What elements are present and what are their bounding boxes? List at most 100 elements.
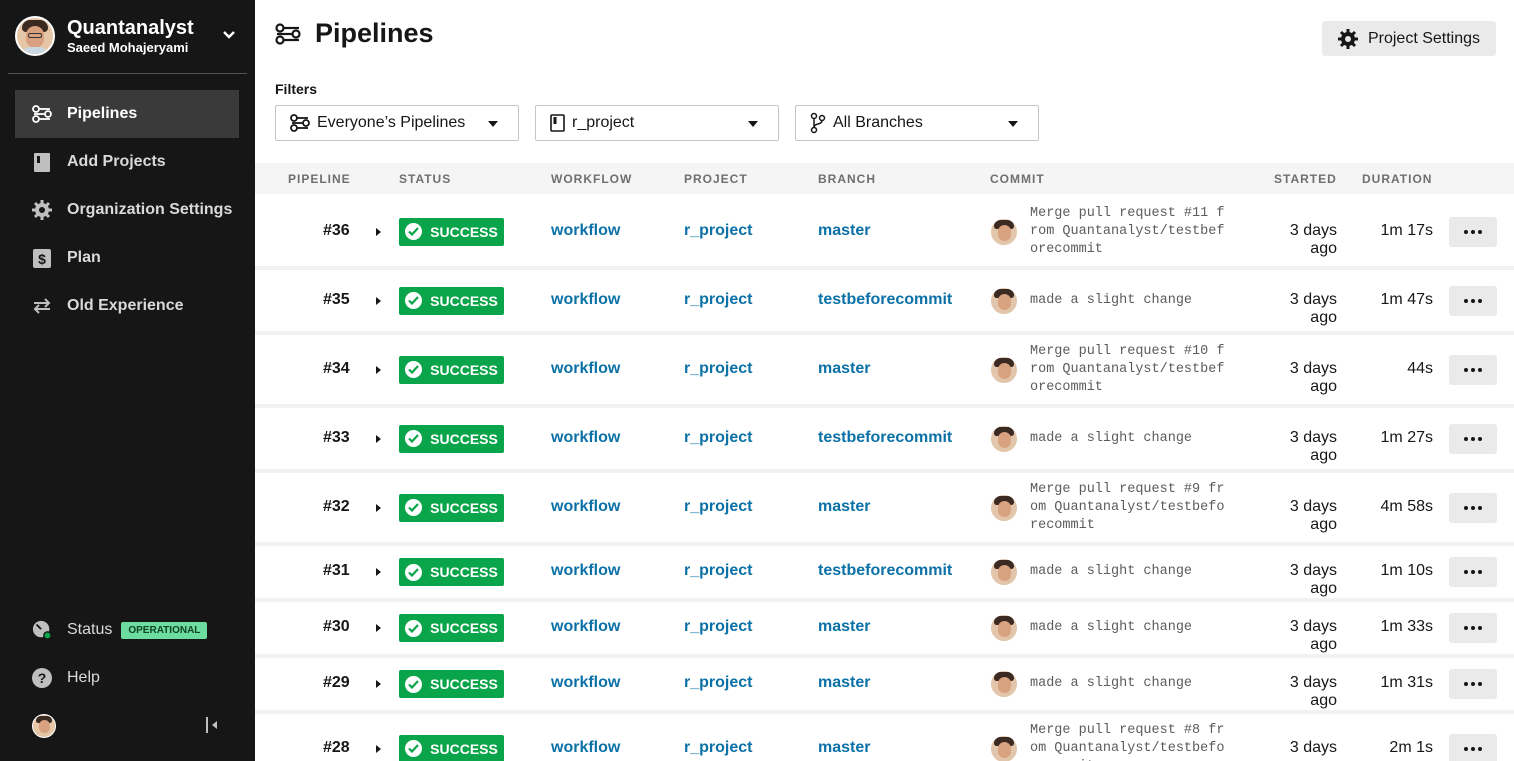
nav-item-plan[interactable]: $ Plan <box>15 234 239 282</box>
status-badge-success[interactable]: SUCCESS <box>399 734 504 761</box>
expand-row-icon[interactable] <box>376 296 381 305</box>
pipeline-number[interactable]: #28 <box>323 739 350 757</box>
expand-row-icon[interactable] <box>376 365 381 374</box>
commit-message[interactable]: made a slight change <box>1030 563 1230 581</box>
commit-message[interactable]: Merge pull request #8 from Quantanalyst/… <box>1030 722 1230 761</box>
status-badge-success[interactable]: SUCCESS <box>399 355 504 384</box>
more-actions-button[interactable] <box>1449 669 1497 699</box>
project-link[interactable]: r_project <box>684 429 752 447</box>
pipeline-number[interactable]: #35 <box>323 291 350 309</box>
commit-message[interactable]: Merge pull request #9 from Quantanalyst/… <box>1030 481 1230 535</box>
workflow-link[interactable]: workflow <box>551 618 620 636</box>
commit-message[interactable]: made a slight change <box>1030 675 1230 693</box>
branch-link[interactable]: master <box>818 222 870 240</box>
pipeline-number[interactable]: #30 <box>323 618 350 636</box>
project-link[interactable]: r_project <box>684 291 752 309</box>
commit-message[interactable]: Merge pull request #11 from Quantanalyst… <box>1030 205 1230 259</box>
project-filter-dropdown[interactable]: r_project <box>535 105 779 141</box>
table-row[interactable]: #30 SUCCESS workflow r_project master ma… <box>255 602 1514 658</box>
status-badge-success[interactable]: SUCCESS <box>399 493 504 522</box>
status-link[interactable]: Status OPERATIONAL <box>32 606 242 654</box>
project-link[interactable]: r_project <box>684 222 752 240</box>
commit-message[interactable]: Merge pull request #10 from Quantanalyst… <box>1030 343 1230 397</box>
workflow-link[interactable]: workflow <box>551 562 620 580</box>
project-link[interactable]: r_project <box>684 360 752 378</box>
status-badge-success[interactable]: SUCCESS <box>399 670 504 698</box>
table-row[interactable]: #32 SUCCESS workflow r_project master Me… <box>255 473 1514 546</box>
table-row[interactable]: #33 SUCCESS workflow r_project testbefor… <box>255 408 1514 473</box>
branch-link[interactable]: master <box>818 739 870 757</box>
status-badge-success[interactable]: SUCCESS <box>399 217 504 246</box>
expand-row-icon[interactable] <box>376 434 381 443</box>
workflow-link[interactable]: workflow <box>551 674 620 692</box>
branch-link[interactable]: master <box>818 360 870 378</box>
project-link[interactable]: r_project <box>684 739 752 757</box>
project-link[interactable]: r_project <box>684 674 752 692</box>
expand-row-icon[interactable] <box>376 568 381 576</box>
workflow-link[interactable]: workflow <box>551 222 620 240</box>
pipeline-number[interactable]: #29 <box>323 674 350 692</box>
workflow-link[interactable]: workflow <box>551 360 620 378</box>
table-row[interactable]: #34 SUCCESS workflow r_project master Me… <box>255 335 1514 408</box>
workflow-link[interactable]: workflow <box>551 498 620 516</box>
more-actions-button[interactable] <box>1449 354 1497 385</box>
commit-message[interactable]: made a slight change <box>1030 619 1230 637</box>
status-badge-success[interactable]: SUCCESS <box>399 424 504 453</box>
branch-filter-dropdown[interactable]: All Branches <box>795 105 1039 141</box>
pipeline-number[interactable]: #32 <box>323 498 350 516</box>
project-link[interactable]: r_project <box>684 618 752 636</box>
user-avatar[interactable] <box>32 714 56 738</box>
branch-link[interactable]: master <box>818 498 870 516</box>
pipeline-number[interactable]: #34 <box>323 360 350 378</box>
ellipsis-icon <box>1464 229 1482 234</box>
status-badge-success[interactable]: SUCCESS <box>399 558 504 586</box>
more-actions-button[interactable] <box>1449 423 1497 454</box>
more-actions-button[interactable] <box>1449 613 1497 643</box>
status-badge-success[interactable]: SUCCESS <box>399 286 504 315</box>
table-row[interactable]: #36 SUCCESS workflow r_project master Me… <box>255 197 1514 270</box>
org-switcher[interactable]: Quantanalyst Saeed Mohajeryami <box>15 14 240 58</box>
nav-item-old-experience[interactable]: Old Experience <box>15 282 239 330</box>
workflow-link[interactable]: workflow <box>551 291 620 309</box>
branch-link[interactable]: testbeforecommit <box>818 291 952 309</box>
project-settings-button[interactable]: Project Settings <box>1322 21 1496 56</box>
expand-row-icon[interactable] <box>376 227 381 236</box>
commit-message[interactable]: made a slight change <box>1030 430 1230 448</box>
collapse-sidebar-icon[interactable] <box>203 716 219 734</box>
branch-link[interactable]: testbeforecommit <box>818 429 952 447</box>
expand-row-icon[interactable] <box>376 680 381 688</box>
table-row[interactable]: #35 SUCCESS workflow r_project testbefor… <box>255 270 1514 335</box>
commit-message[interactable]: made a slight change <box>1030 292 1230 310</box>
expand-row-icon[interactable] <box>376 744 381 753</box>
table-row[interactable]: #31 SUCCESS workflow r_project testbefor… <box>255 546 1514 602</box>
branch-link[interactable]: master <box>818 674 870 692</box>
ellipsis-icon <box>1464 436 1482 441</box>
expand-row-icon[interactable] <box>376 503 381 512</box>
more-actions-button[interactable] <box>1449 216 1497 247</box>
nav-item-add-projects[interactable]: Add Projects <box>15 138 239 186</box>
table-row[interactable]: #28 SUCCESS workflow r_project master Me… <box>255 714 1514 761</box>
branch-link[interactable]: master <box>818 618 870 636</box>
duration: 1m 47s <box>1380 290 1433 308</box>
project-link[interactable]: r_project <box>684 562 752 580</box>
more-actions-button[interactable] <box>1449 557 1497 587</box>
expand-row-icon[interactable] <box>376 624 381 632</box>
table-row[interactable]: #29 SUCCESS workflow r_project master ma… <box>255 658 1514 714</box>
more-actions-button[interactable] <box>1449 733 1497 761</box>
workflow-link[interactable]: workflow <box>551 429 620 447</box>
workflow-link[interactable]: workflow <box>551 739 620 757</box>
more-actions-button[interactable] <box>1449 492 1497 523</box>
pipeline-number[interactable]: #36 <box>323 222 350 240</box>
help-link[interactable]: ? Help <box>32 654 242 702</box>
branch-link[interactable]: testbeforecommit <box>818 562 952 580</box>
chevron-down-icon[interactable] <box>223 28 235 40</box>
project-link[interactable]: r_project <box>684 498 752 516</box>
pipeline-number[interactable]: #31 <box>323 562 350 580</box>
nav-item-organization-settings[interactable]: Organization Settings <box>15 186 239 234</box>
status-badge-success[interactable]: SUCCESS <box>399 614 504 642</box>
nav-item-pipelines[interactable]: Pipelines <box>15 90 239 138</box>
pipeline-number[interactable]: #33 <box>323 429 350 447</box>
pipelines-filter-dropdown[interactable]: Everyone’s Pipelines <box>275 105 519 141</box>
more-actions-button[interactable] <box>1449 285 1497 316</box>
project-icon <box>550 114 565 132</box>
